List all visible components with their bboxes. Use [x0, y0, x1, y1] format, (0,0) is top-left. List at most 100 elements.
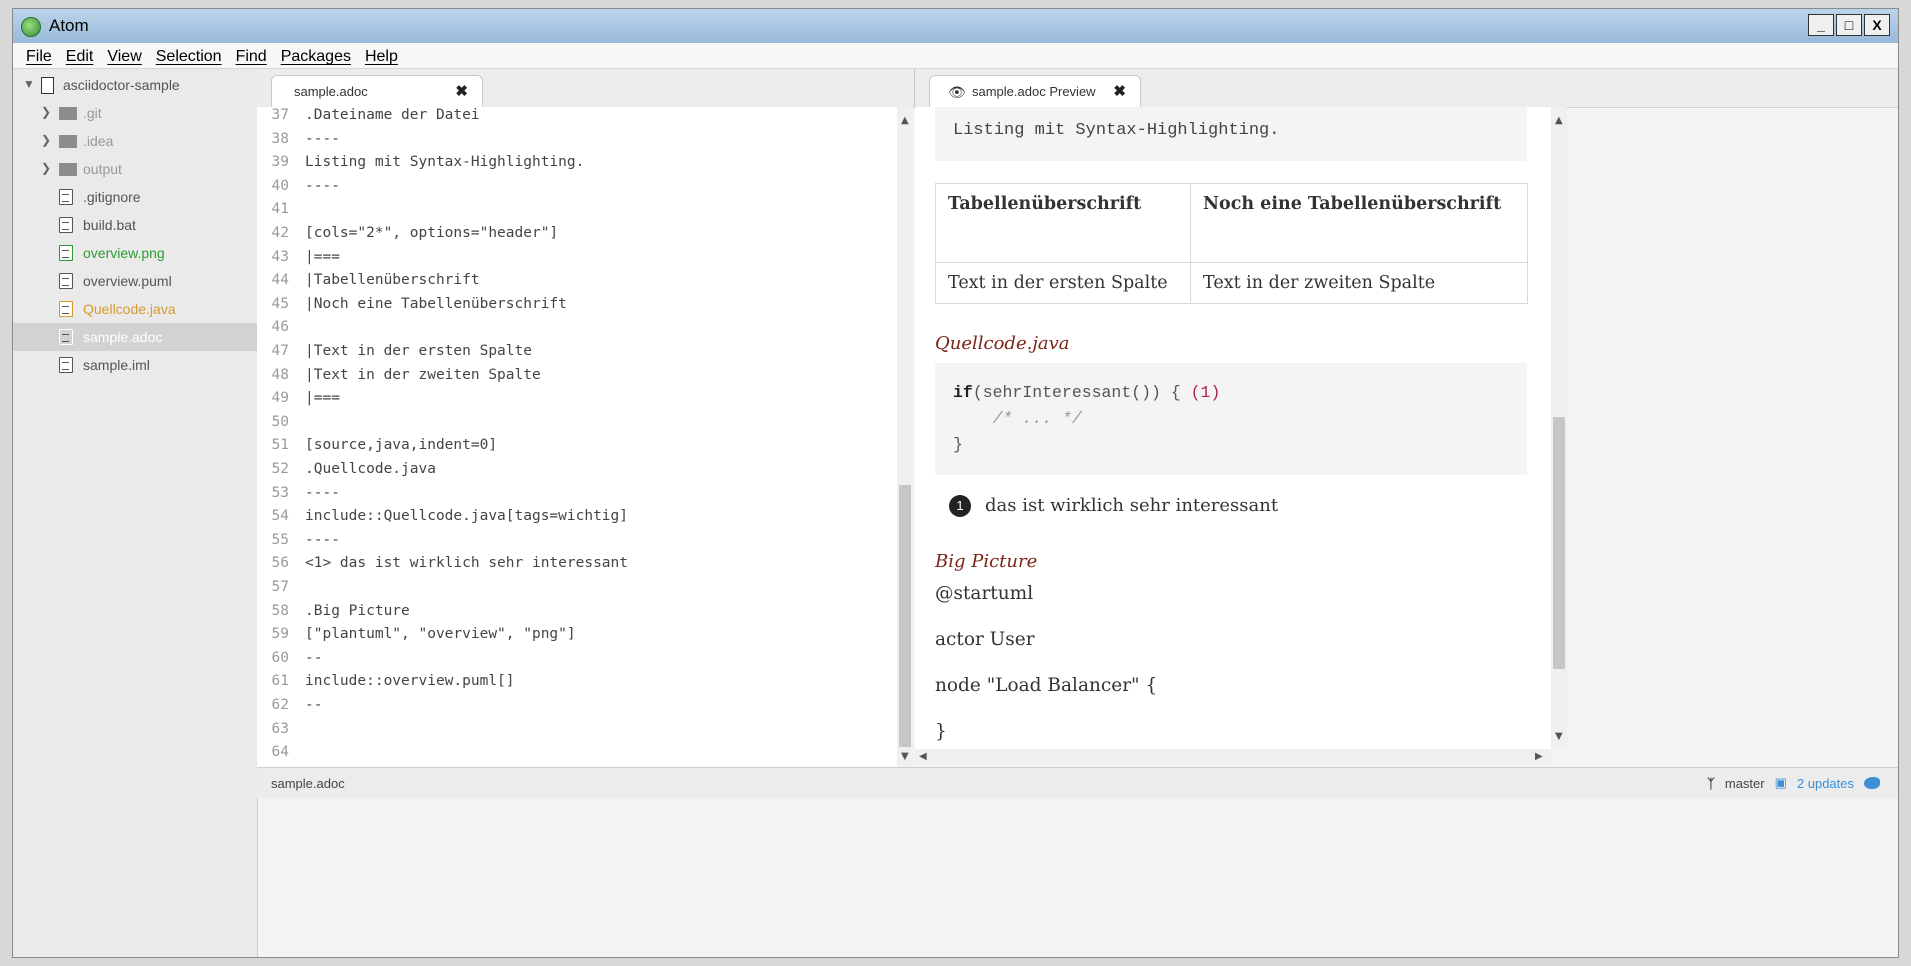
editor-line[interactable]: 38 ---- — [257, 131, 897, 155]
code-text: (sehrInteressant()) { — [972, 383, 1191, 402]
editor-line[interactable]: 63 — [257, 721, 897, 745]
asciidoc-preview: Listing mit Syntax-Highlighting. Tabelle… — [915, 107, 1551, 749]
maximize-button[interactable]: □ — [1836, 14, 1862, 36]
file-text-icon — [59, 301, 73, 317]
tree-root[interactable]: ▼ asciidoctor-sample — [13, 71, 257, 99]
squirrel-icon[interactable] — [1864, 777, 1880, 789]
editor-line[interactable]: 59 ["plantuml", "overview", "png"] — [257, 626, 897, 650]
editor-line[interactable]: 55 ---- — [257, 532, 897, 556]
editor-line[interactable]: 39 Listing mit Syntax-Highlighting. — [257, 154, 897, 178]
menu-edit[interactable]: Edit — [59, 43, 101, 68]
editor-line[interactable]: 48 |Text in der zweiten Spalte — [257, 367, 897, 391]
scroll-right-icon[interactable]: ▶ — [1535, 751, 1543, 762]
menu-find[interactable]: Find — [229, 43, 274, 68]
line-number: 37 — [271, 107, 289, 123]
scroll-up-icon[interactable]: ▲ — [1555, 115, 1563, 126]
line-number: 38 — [271, 130, 289, 147]
scroll-down-icon[interactable]: ▼ — [1555, 731, 1563, 742]
line-number: 42 — [271, 225, 289, 241]
preview-horizontal-scrollbar[interactable]: ◀ ▶ — [915, 749, 1551, 765]
tree-item-quellcode-java[interactable]: Quellcode.java — [13, 295, 257, 323]
chevron-right-icon: ❯ — [41, 133, 52, 147]
menu-selection[interactable]: Selection — [149, 43, 229, 68]
scroll-up-icon[interactable]: ▲ — [901, 115, 909, 126]
editor-line[interactable]: 57 — [257, 579, 897, 603]
editor-line[interactable]: 50 — [257, 414, 897, 438]
editor-line[interactable]: 52 .Quellcode.java — [257, 461, 897, 485]
editor-line[interactable]: 42 [cols="2*", options="header"] — [257, 225, 897, 249]
tree-item-git[interactable]: ❯ .git — [13, 99, 257, 127]
code-block-title: Quellcode.java — [935, 333, 1070, 354]
git-branch[interactable]: master — [1725, 776, 1765, 791]
menu-file[interactable]: File — [19, 43, 59, 68]
editor-line[interactable]: 46 — [257, 319, 897, 343]
tree-item-gitignore[interactable]: .gitignore — [13, 183, 257, 211]
editor-line[interactable]: 49 |=== — [257, 390, 897, 414]
tree-item-sample-iml[interactable]: sample.iml — [13, 351, 257, 379]
editor-line[interactable]: 44 |Tabellenüberschrift — [257, 272, 897, 296]
close-button[interactable]: X — [1864, 14, 1890, 36]
code-keyword: if — [953, 383, 973, 402]
scroll-down-icon[interactable]: ▼ — [901, 751, 909, 762]
menu-help[interactable]: Help — [358, 43, 405, 68]
line-number: 58 — [271, 602, 289, 619]
editor-line[interactable]: 37 .Dateiname der Datei — [257, 107, 897, 131]
editor-line[interactable]: 40 ---- — [257, 178, 897, 202]
close-tab-icon[interactable]: ✖ — [455, 82, 468, 100]
editor-line[interactable]: 54 include::Quellcode.java[tags=wichtig] — [257, 508, 897, 532]
tab-sample-adoc[interactable]: sample.adoc ✖ — [271, 75, 483, 107]
title-bar: Atom _ □ X — [13, 9, 1898, 44]
editor-line[interactable]: 45 |Noch eine Tabellenüberschrift — [257, 296, 897, 320]
code-line: if(sehrInteressant()) { (1) — [953, 383, 1220, 402]
line-number: 51 — [271, 437, 289, 454]
line-number: 60 — [271, 649, 289, 666]
paragraph: node "Load Balancer" { — [935, 675, 1158, 696]
editor-line[interactable]: 53 ---- — [257, 485, 897, 509]
line-number: 46 — [271, 319, 289, 336]
repo-icon — [41, 77, 54, 94]
status-file-path[interactable]: sample.adoc — [271, 776, 345, 791]
editor-line[interactable]: 62 -- — [257, 697, 897, 721]
editor-vertical-scrollbar[interactable]: ▲ ▼ — [897, 107, 913, 767]
text-editor[interactable]: 37 .Dateiname der Datei 38 ---- 39 Listing mi… — [257, 107, 897, 767]
editor-line[interactable]: 60 -- — [257, 650, 897, 674]
tree-item-sample-adoc[interactable]: sample.adoc — [13, 323, 257, 351]
tab-sample-adoc-preview[interactable]: 👁 sample.adoc Preview ✖ — [929, 75, 1141, 107]
tree-item-overview-puml[interactable]: overview.puml — [13, 267, 257, 295]
preview-vertical-scrollbar[interactable]: ▲ ▼ — [1551, 107, 1567, 749]
file-text-icon — [59, 189, 73, 205]
scroll-thumb[interactable] — [1553, 417, 1565, 669]
editor-line[interactable]: 43 |=== — [257, 249, 897, 273]
tree-item-idea[interactable]: ❯ .idea — [13, 127, 257, 155]
tree-item-label: output — [83, 161, 122, 177]
line-number: 40 — [271, 177, 289, 194]
scroll-left-icon[interactable]: ◀ — [919, 751, 927, 762]
code-block: if(sehrInteressant()) { (1) /* ... */ } — [935, 363, 1527, 475]
close-tab-icon[interactable]: ✖ — [1113, 82, 1126, 100]
editor-line[interactable]: 56 <1> das ist wirklich sehr interessant — [257, 555, 897, 579]
package-updates[interactable]: 2 updates — [1797, 776, 1854, 791]
tree-item-output[interactable]: ❯ output — [13, 155, 257, 183]
menu-packages[interactable]: Packages — [274, 43, 358, 68]
preview-tab-bar: 👁 sample.adoc Preview ✖ — [914, 69, 1898, 108]
tree-item-build-bat[interactable]: build.bat — [13, 211, 257, 239]
editor-line[interactable]: 58 .Big Picture — [257, 603, 897, 627]
line-text: |=== — [305, 390, 340, 407]
editor-line[interactable]: 64 — [257, 744, 897, 767]
line-number: 61 — [271, 673, 289, 690]
tree-item-label: sample.iml — [83, 357, 150, 373]
editor-line[interactable]: 61 include::overview.puml[] — [257, 673, 897, 697]
editor-line[interactable]: 41 — [257, 201, 897, 225]
callout-number-badge: 1 — [949, 495, 971, 517]
line-number: 59 — [271, 626, 289, 643]
editor-line[interactable]: 51 [source,java,indent=0] — [257, 437, 897, 461]
minimize-button[interactable]: _ — [1808, 14, 1834, 36]
code-comment: /* ... */ — [953, 409, 1082, 428]
line-number: 62 — [271, 697, 289, 713]
line-text: [cols="2*", options="header"] — [305, 225, 559, 241]
scroll-thumb[interactable] — [899, 485, 911, 747]
menu-view[interactable]: View — [100, 43, 148, 68]
editor-line[interactable]: 47 |Text in der ersten Spalte — [257, 343, 897, 367]
tree-item-overview-png[interactable]: overview.png — [13, 239, 257, 267]
folder-icon — [59, 135, 77, 148]
